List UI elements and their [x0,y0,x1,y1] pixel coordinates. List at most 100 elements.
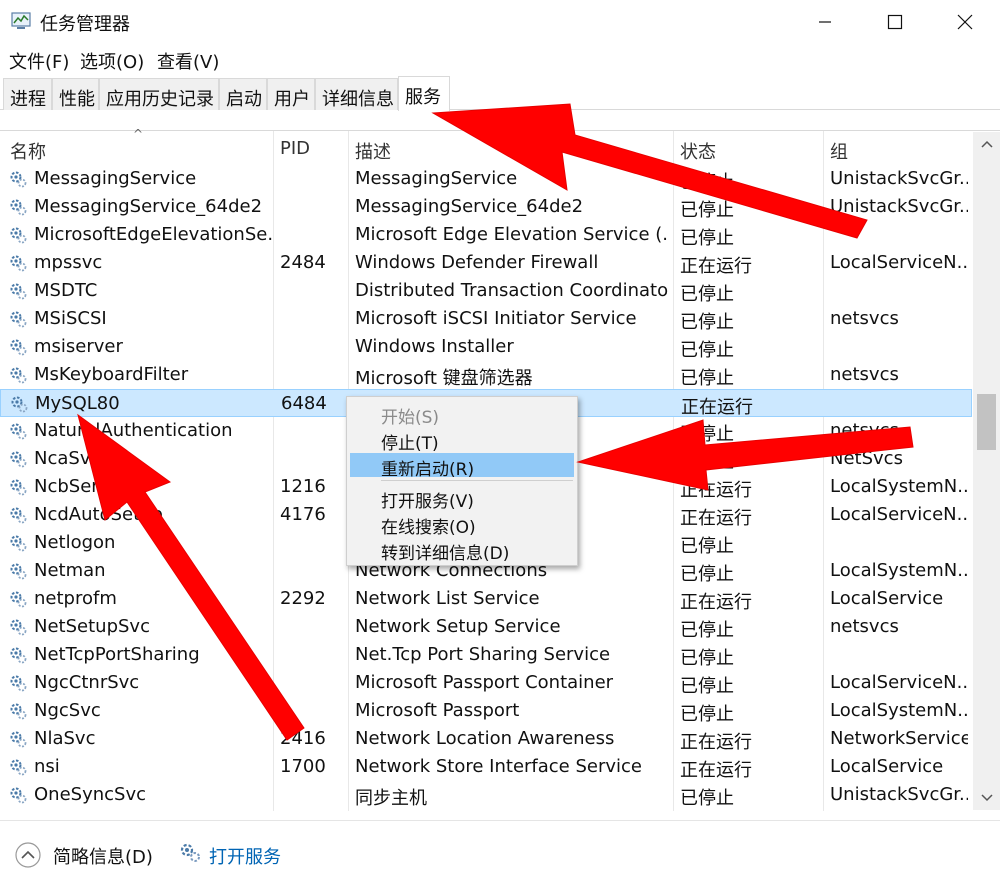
table-row[interactable]: NgcCtnrSvc Microsoft Passport Container 已停… [0,669,972,697]
table-row[interactable]: MSDTC Distributed Transaction Coordinator… [0,277,972,305]
status-bar: 简略信息(D) 打开服务 [0,820,1000,890]
service-description: Network Location Awareness [355,728,615,749]
table-row[interactable]: mpssvc 2484 Windows Defender Firewall 正在运行 L… [0,249,972,277]
service-gear-icon [10,703,27,720]
service-gear-icon [10,423,27,440]
service-status: 已停止 [680,704,734,725]
table-row[interactable]: NgcSvc Microsoft Passport 已停止 LocalSystemN.… [0,697,972,725]
service-pid: 6484 [281,393,327,414]
ctx-restart[interactable]: 重新启动(R) [350,453,574,480]
column-header-status[interactable]: 状态 [680,138,716,164]
service-group: netsvcs [830,308,899,329]
collapse-chevron-icon[interactable] [14,841,42,869]
service-group: UnistackSvcGr... [830,168,968,189]
ctx-stop[interactable]: 停止(T) [350,427,574,454]
ctx-go-to-details[interactable]: 转到详细信息(D) [350,537,574,564]
service-name: MySQL80 [35,393,120,414]
service-group: netsvcs [830,616,899,637]
menu-separator [381,480,573,481]
title-bar: 任务管理器 [0,0,1000,44]
service-description: Microsoft 键盘筛选器 [355,368,533,389]
service-group: NetSvcs [830,448,903,469]
service-status: 已停止 [680,620,734,641]
maximize-button[interactable] [860,0,930,44]
tab-services[interactable]: 服务 [398,76,450,111]
service-gear-icon [10,199,27,216]
service-description: Microsoft Passport [355,700,520,721]
service-gear-icon [10,535,27,552]
service-description: Microsoft iSCSI Initiator Service [355,308,637,329]
service-name: NcdAutoSetup [34,504,163,525]
table-row[interactable]: NlaSvc 2416 Network Location Awareness 正在运行… [0,725,972,753]
service-status: 正在运行 [680,592,752,613]
service-status: 正在运行 [680,256,752,277]
service-status: 已停止 [680,228,734,249]
service-name: NetSetupSvc [34,616,150,637]
minimize-button[interactable] [790,0,860,44]
tab-users[interactable]: 用户 [267,78,315,110]
tab-startup[interactable]: 启动 [219,78,267,110]
service-group: NetworkService [830,728,968,749]
column-header-pid[interactable]: PID [280,138,310,159]
maximize-icon [887,14,903,30]
service-gear-icon [10,367,27,384]
tab-details[interactable]: 详细信息 [315,78,398,110]
service-name: NlaSvc [34,728,96,749]
table-row[interactable]: NetTcpPortSharing Net.Tcp Port Sharing Se… [0,641,972,669]
scroll-down-icon [980,794,993,802]
ctx-open-services[interactable]: 打开服务(V) [350,485,574,512]
task-manager-icon [11,12,31,29]
service-status: 已停止 [680,788,734,809]
close-button[interactable] [930,0,1000,44]
service-description: 同步主机 [355,788,427,809]
service-description: Net.Tcp Port Sharing Service [355,644,611,665]
table-row[interactable]: MicrosoftEdgeElevationSe... Microsoft Edg… [0,221,972,249]
service-status: 已停止 [680,200,734,221]
table-row[interactable]: MSiSCSI Microsoft iSCSI Initiator Service… [0,305,972,333]
tab-processes[interactable]: 进程 [3,78,52,110]
menu-bar: 文件(F) 选项(O) 查看(V) [0,44,1000,74]
ctx-search-online[interactable]: 在线搜索(O) [350,511,574,538]
service-gear-icon [10,507,27,524]
tab-performance[interactable]: 性能 [52,78,99,110]
service-gear-icon [10,619,27,636]
service-group: LocalSystemN... [830,560,968,581]
column-header-description[interactable]: 描述 [355,138,391,164]
open-services-link[interactable]: 打开服务 [209,843,281,869]
table-row[interactable]: OneSyncSvc 同步主机 已停止 UnistackSvcGr... [0,781,972,809]
sort-ascending-icon: ^ [133,127,144,141]
menu-file[interactable]: 文件(F) [9,48,69,74]
service-gear-icon [10,759,27,776]
table-row[interactable]: nsi 1700 Network Store Interface Service 正在… [0,753,972,781]
column-header-name[interactable]: 名称 [10,138,46,164]
brief-info-toggle[interactable]: 简略信息(D) [53,843,153,869]
service-name: MessagingService [34,168,197,189]
service-name: NcbService [34,476,136,497]
menu-options[interactable]: 选项(O) [80,48,144,74]
service-pid: 4176 [280,504,326,525]
table-row[interactable]: MessagingService_64de2 MessagingService_6… [0,193,972,221]
table-row[interactable]: netprofm 2292 Network List Service 正在运行 Loca… [0,585,972,613]
table-row[interactable]: NetSetupSvc Network Setup Service 已停止 netsv… [0,613,972,641]
service-description: Microsoft Edge Elevation Service (... [355,224,669,245]
service-name: Netlogon [34,532,116,553]
ctx-start: 开始(S) [381,408,440,428]
table-row[interactable]: MsKeyboardFilter Microsoft 键盘筛选器 已停止 netsvc… [0,361,972,389]
table-row[interactable]: msiserver Windows Installer 已停止 [0,333,972,361]
service-gear-icon [10,479,27,496]
service-description: Network Store Interface Service [355,756,643,777]
scrollbar-thumb[interactable] [977,394,996,450]
vertical-scrollbar[interactable] [973,132,1000,810]
tab-app-history[interactable]: 应用历史记录 [99,78,219,110]
service-name: NcaSvc [34,448,101,469]
scroll-down-button[interactable] [973,788,1000,808]
service-name: NgcCtnrSvc [34,672,140,693]
service-group: LocalServiceN... [830,672,968,693]
service-gear-icon [10,563,27,580]
menu-view[interactable]: 查看(V) [157,48,219,74]
column-header-group[interactable]: 组 [830,138,848,164]
service-gear-icon [10,283,27,300]
scroll-up-button[interactable] [973,134,1000,154]
table-row[interactable]: MessagingService MessagingService 已停止 Unist… [0,165,972,193]
service-description: Distributed Transaction Coordinator [355,280,669,301]
